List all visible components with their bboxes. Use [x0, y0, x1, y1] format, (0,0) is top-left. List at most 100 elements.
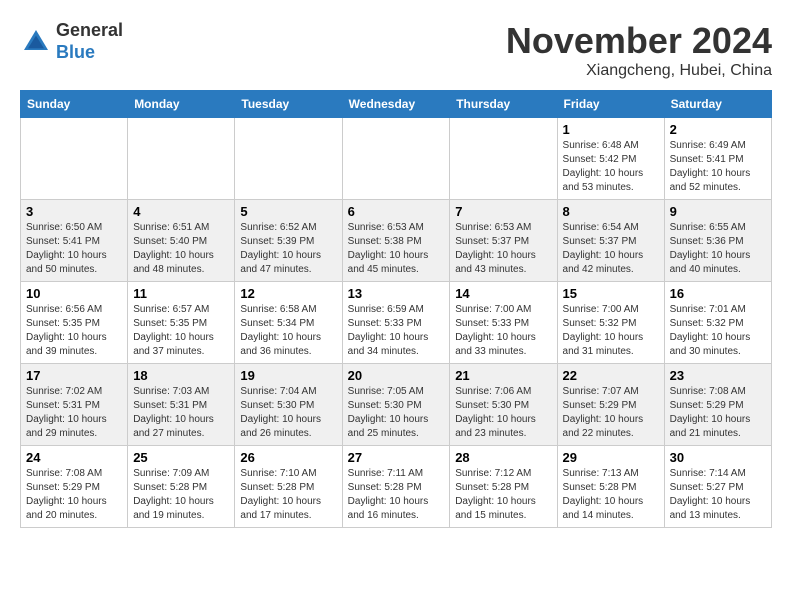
day-number: 4 [133, 204, 229, 219]
day-info: Sunrise: 7:07 AM Sunset: 5:29 PM Dayligh… [563, 385, 659, 441]
calendar-table: SundayMondayTuesdayWednesdayThursdayFrid… [20, 90, 772, 528]
calendar-day: 28 Sunrise: 7:12 AM Sunset: 5:28 PM Dayli… [450, 446, 557, 528]
day-number: 3 [26, 204, 122, 219]
calendar-day: 9Sunrise: 6:55 AM Sunset: 5:36 PM Daylig… [664, 200, 771, 282]
day-number: 24 [26, 450, 122, 465]
day-number: 19 [240, 368, 336, 383]
calendar-week: 10 Sunrise: 6:56 AM Sunset: 5:35 PM Dayli… [21, 282, 772, 364]
day-info: Sunrise: 7:08 AM Sunset: 5:29 PM Dayligh… [670, 385, 766, 441]
calendar-day: 5 Sunrise: 6:52 AM Sunset: 5:39 PM Daylig… [235, 200, 342, 282]
day-number: 15 [563, 286, 659, 301]
calendar-day: 16 Sunrise: 7:01 AM Sunset: 5:32 PM Dayli… [664, 282, 771, 364]
day-number: 5 [240, 204, 336, 219]
day-info: Sunrise: 6:52 AM Sunset: 5:39 PM Dayligh… [240, 221, 336, 277]
calendar-day: 17 Sunrise: 7:02 AM Sunset: 5:31 PM Dayli… [21, 364, 128, 446]
calendar-day: 30Sunrise: 7:14 AM Sunset: 5:27 PM Dayli… [664, 446, 771, 528]
day-info: Sunrise: 6:56 AM Sunset: 5:35 PM Dayligh… [26, 303, 122, 359]
weekday-header: Monday [128, 91, 235, 118]
calendar-week: 3 Sunrise: 6:50 AM Sunset: 5:41 PM Daylig… [21, 200, 772, 282]
calendar-day: 20 Sunrise: 7:05 AM Sunset: 5:30 PM Dayli… [342, 364, 450, 446]
calendar-day: 11Sunrise: 6:57 AM Sunset: 5:35 PM Dayli… [128, 282, 235, 364]
day-number: 8 [563, 204, 659, 219]
calendar-day: 15 Sunrise: 7:00 AM Sunset: 5:32 PM Dayli… [557, 282, 664, 364]
day-number: 2 [670, 122, 766, 137]
day-number: 20 [348, 368, 445, 383]
calendar-day: 18 Sunrise: 7:03 AM Sunset: 5:31 PM Dayli… [128, 364, 235, 446]
weekday-header: Saturday [664, 91, 771, 118]
day-info: Sunrise: 7:10 AM Sunset: 5:28 PM Dayligh… [240, 467, 336, 523]
weekday-header: Thursday [450, 91, 557, 118]
calendar-day: 3 Sunrise: 6:50 AM Sunset: 5:41 PM Daylig… [21, 200, 128, 282]
calendar-day: 23 Sunrise: 7:08 AM Sunset: 5:29 PM Dayli… [664, 364, 771, 446]
day-info: Sunrise: 6:54 AM Sunset: 5:37 PM Dayligh… [563, 221, 659, 277]
logo-icon [20, 26, 52, 58]
logo-text: General Blue [56, 20, 123, 63]
day-number: 18 [133, 368, 229, 383]
day-info: Sunrise: 7:03 AM Sunset: 5:31 PM Dayligh… [133, 385, 229, 441]
month-year: November 2024 [506, 20, 772, 62]
day-number: 12 [240, 286, 336, 301]
calendar-header: SundayMondayTuesdayWednesdayThursdayFrid… [21, 91, 772, 118]
logo: General Blue [20, 20, 123, 63]
day-number: 25 [133, 450, 229, 465]
calendar-day: 6Sunrise: 6:53 AM Sunset: 5:38 PM Daylig… [342, 200, 450, 282]
title-section: November 2024 Xiangcheng, Hubei, China [506, 20, 772, 80]
calendar-day: 24Sunrise: 7:08 AM Sunset: 5:29 PM Dayli… [21, 446, 128, 528]
calendar-day [450, 118, 557, 200]
day-number: 21 [455, 368, 551, 383]
day-info: Sunrise: 7:11 AM Sunset: 5:28 PM Dayligh… [348, 467, 445, 523]
calendar-day: 22 Sunrise: 7:07 AM Sunset: 5:29 PM Dayli… [557, 364, 664, 446]
location: Xiangcheng, Hubei, China [506, 62, 772, 80]
day-number: 28 [455, 450, 551, 465]
day-info: Sunrise: 7:09 AM Sunset: 5:28 PM Dayligh… [133, 467, 229, 523]
page-header: General Blue November 2024 Xiangcheng, H… [20, 20, 772, 80]
calendar-day: 21 Sunrise: 7:06 AM Sunset: 5:30 PM Dayli… [450, 364, 557, 446]
day-number: 22 [563, 368, 659, 383]
day-number: 17 [26, 368, 122, 383]
calendar-day: 2Sunrise: 6:49 AM Sunset: 5:41 PM Daylig… [664, 118, 771, 200]
calendar-day: 12 Sunrise: 6:58 AM Sunset: 5:34 PM Dayli… [235, 282, 342, 364]
calendar-week: 1 Sunrise: 6:48 AM Sunset: 5:42 PM Daylig… [21, 118, 772, 200]
day-info: Sunrise: 7:05 AM Sunset: 5:30 PM Dayligh… [348, 385, 445, 441]
weekday-header: Tuesday [235, 91, 342, 118]
day-number: 16 [670, 286, 766, 301]
day-number: 14 [455, 286, 551, 301]
day-info: Sunrise: 7:00 AM Sunset: 5:32 PM Dayligh… [563, 303, 659, 359]
day-info: Sunrise: 7:12 AM Sunset: 5:28 PM Dayligh… [455, 467, 551, 523]
day-info: Sunrise: 7:02 AM Sunset: 5:31 PM Dayligh… [26, 385, 122, 441]
day-info: Sunrise: 6:50 AM Sunset: 5:41 PM Dayligh… [26, 221, 122, 277]
calendar-day: 19 Sunrise: 7:04 AM Sunset: 5:30 PM Dayli… [235, 364, 342, 446]
calendar-day: 26 Sunrise: 7:10 AM Sunset: 5:28 PM Dayli… [235, 446, 342, 528]
day-number: 7 [455, 204, 551, 219]
day-number: 1 [563, 122, 659, 137]
calendar-day: 14 Sunrise: 7:00 AM Sunset: 5:33 PM Dayli… [450, 282, 557, 364]
calendar-day: 25 Sunrise: 7:09 AM Sunset: 5:28 PM Dayli… [128, 446, 235, 528]
day-number: 11 [133, 286, 229, 301]
day-number: 29 [563, 450, 659, 465]
day-info: Sunrise: 7:01 AM Sunset: 5:32 PM Dayligh… [670, 303, 766, 359]
day-number: 9 [670, 204, 766, 219]
day-number: 30 [670, 450, 766, 465]
calendar-day: 1 Sunrise: 6:48 AM Sunset: 5:42 PM Daylig… [557, 118, 664, 200]
day-info: Sunrise: 6:59 AM Sunset: 5:33 PM Dayligh… [348, 303, 445, 359]
calendar-day: 10 Sunrise: 6:56 AM Sunset: 5:35 PM Dayli… [21, 282, 128, 364]
calendar-week: 17 Sunrise: 7:02 AM Sunset: 5:31 PM Dayli… [21, 364, 772, 446]
day-number: 27 [348, 450, 445, 465]
day-number: 13 [348, 286, 445, 301]
day-info: Sunrise: 6:58 AM Sunset: 5:34 PM Dayligh… [240, 303, 336, 359]
weekday-header: Wednesday [342, 91, 450, 118]
day-info: Sunrise: 6:48 AM Sunset: 5:42 PM Dayligh… [563, 139, 659, 195]
day-info: Sunrise: 7:06 AM Sunset: 5:30 PM Dayligh… [455, 385, 551, 441]
day-info: Sunrise: 6:53 AM Sunset: 5:38 PM Dayligh… [348, 221, 445, 277]
calendar-week: 24Sunrise: 7:08 AM Sunset: 5:29 PM Dayli… [21, 446, 772, 528]
calendar-day: 13 Sunrise: 6:59 AM Sunset: 5:33 PM Dayli… [342, 282, 450, 364]
day-info: Sunrise: 7:04 AM Sunset: 5:30 PM Dayligh… [240, 385, 336, 441]
calendar-day: 7 Sunrise: 6:53 AM Sunset: 5:37 PM Daylig… [450, 200, 557, 282]
day-info: Sunrise: 7:13 AM Sunset: 5:28 PM Dayligh… [563, 467, 659, 523]
day-info: Sunrise: 7:00 AM Sunset: 5:33 PM Dayligh… [455, 303, 551, 359]
calendar-day [21, 118, 128, 200]
day-number: 10 [26, 286, 122, 301]
day-number: 26 [240, 450, 336, 465]
day-info: Sunrise: 6:53 AM Sunset: 5:37 PM Dayligh… [455, 221, 551, 277]
day-number: 23 [670, 368, 766, 383]
